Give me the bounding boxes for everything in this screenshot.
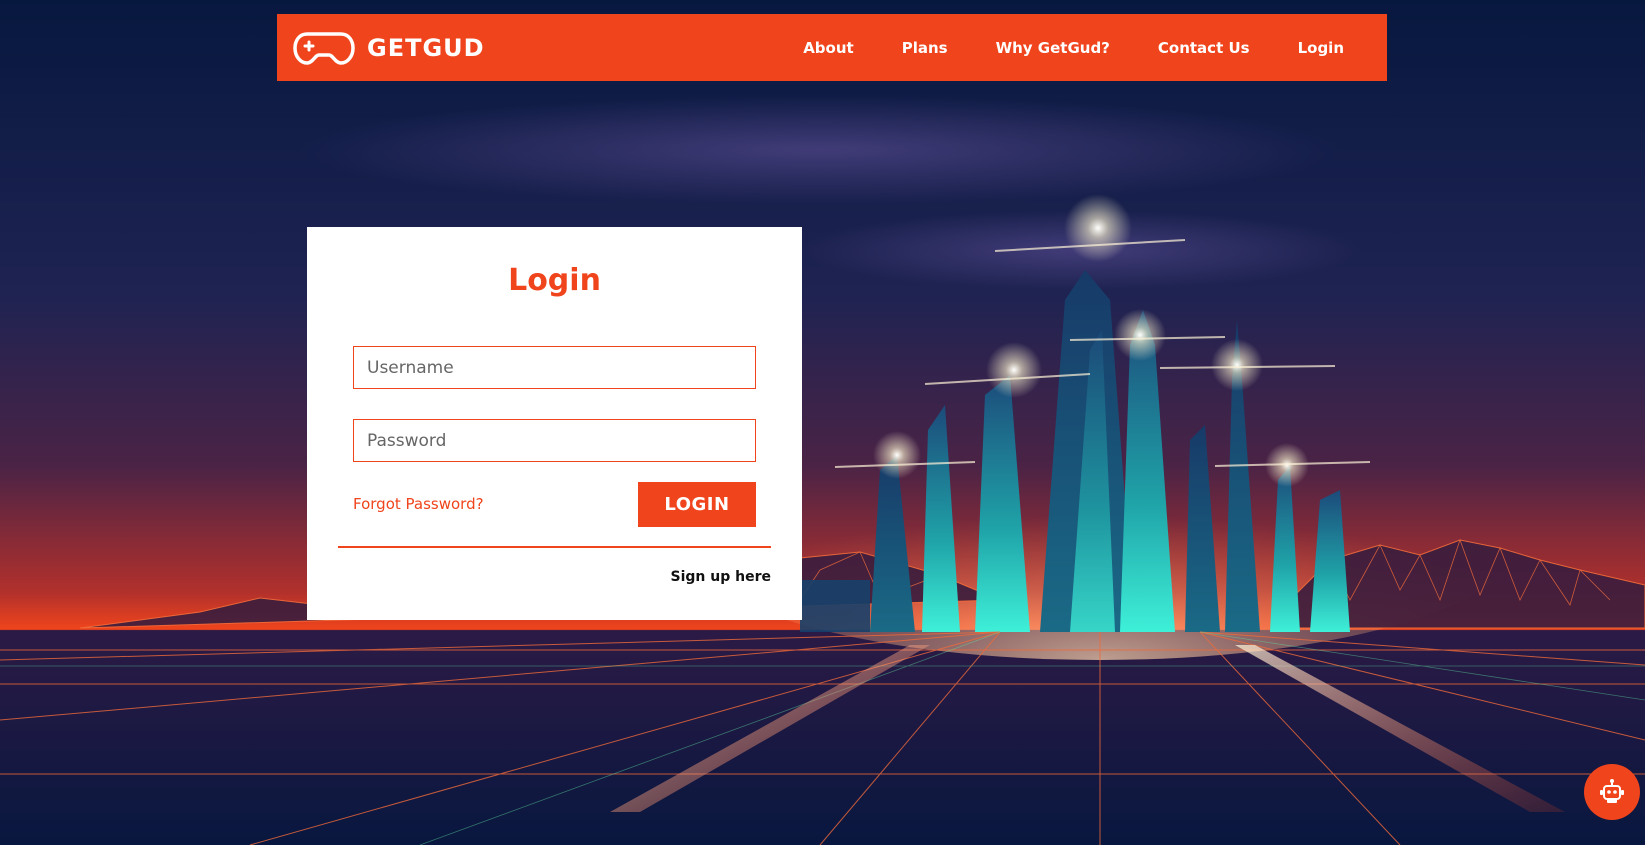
background-illustration (0, 0, 1645, 845)
login-button[interactable]: LOGIN (638, 482, 756, 527)
password-input[interactable] (353, 419, 756, 462)
nav-why-getgud[interactable]: Why GetGud? (996, 39, 1110, 57)
signup-link[interactable]: Sign up here (671, 569, 771, 585)
card-divider (338, 546, 771, 548)
brand-logo[interactable]: GETGUD (293, 30, 485, 66)
robot-icon (1600, 779, 1624, 803)
brand-name: GETGUD (367, 34, 485, 62)
main-nav: About Plans Why GetGud? Contact Us Login (803, 14, 1387, 81)
nav-plans[interactable]: Plans (902, 39, 948, 57)
login-card: Login Forgot Password? LOGIN Sign up her… (307, 227, 802, 620)
nav-contact-us[interactable]: Contact Us (1158, 39, 1250, 57)
chat-bot-button[interactable] (1584, 764, 1640, 820)
login-title: Login (508, 263, 601, 298)
top-navbar: GETGUD About Plans Why GetGud? Contact U… (277, 14, 1387, 81)
nav-login[interactable]: Login (1298, 39, 1344, 57)
nav-about[interactable]: About (803, 39, 854, 57)
gamepad-icon (293, 32, 355, 65)
forgot-password-link[interactable]: Forgot Password? (353, 495, 484, 513)
username-input[interactable] (353, 346, 756, 389)
